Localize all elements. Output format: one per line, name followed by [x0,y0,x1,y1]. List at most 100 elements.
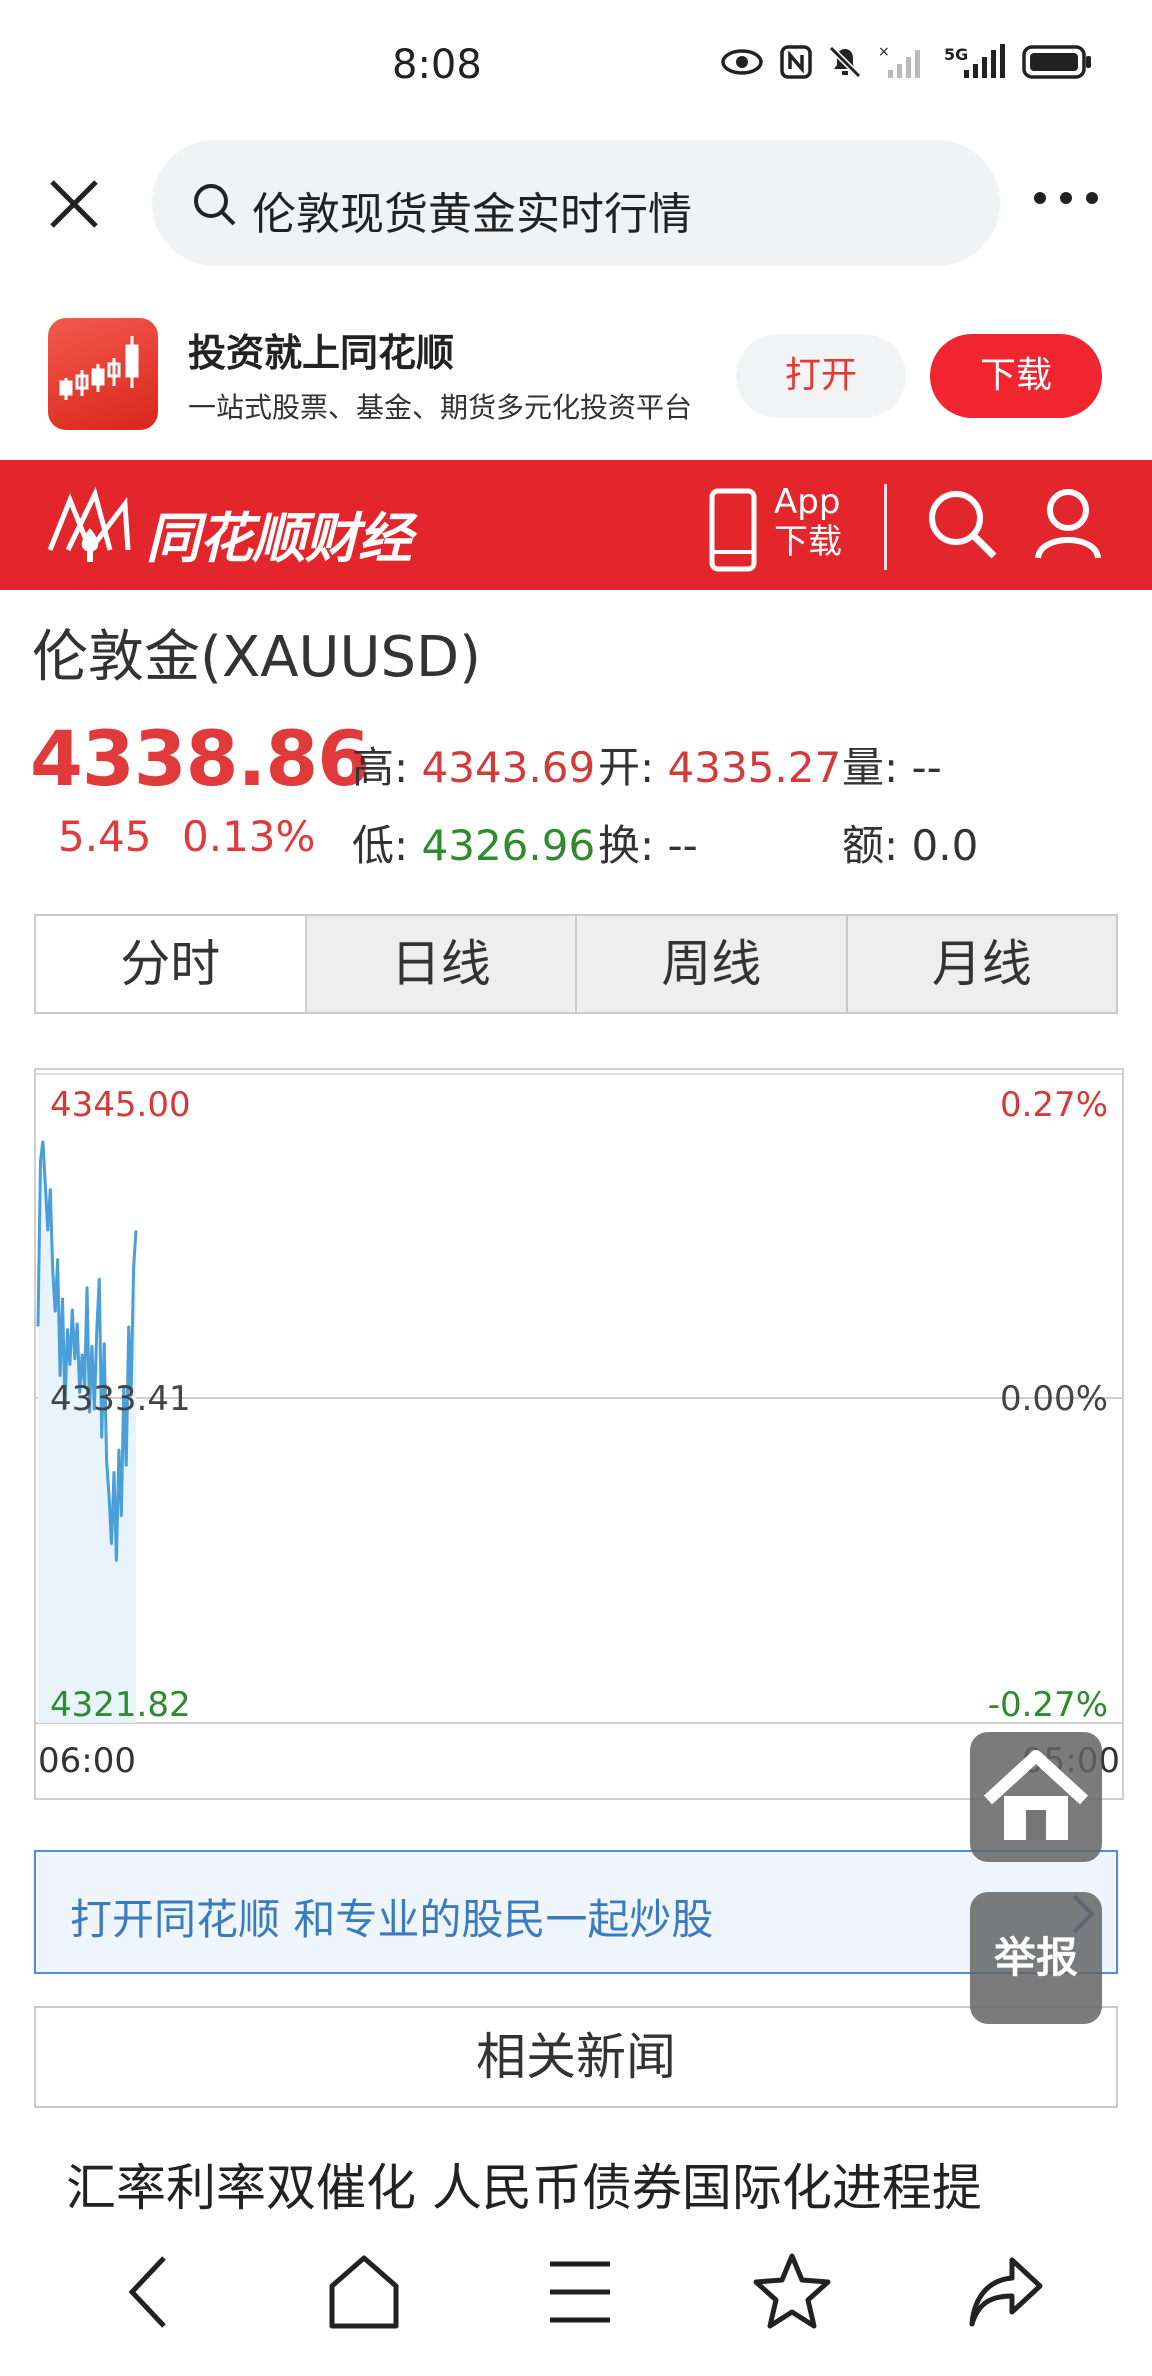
price-point [113,1470,115,1473]
y-tick-right-bottom: -0.27% [988,1685,1108,1725]
tab-intraday[interactable]: 分时 [36,916,305,1012]
svg-text:5G: 5G [944,45,968,64]
price-point [37,1325,39,1327]
promo-title: 投资就上同花顺 [188,331,455,375]
open-app-bar[interactable]: 打开同花顺 和专业的股民一起炒股 [34,1850,1118,1974]
quote-title: 伦敦金(XAUUSD) [32,625,482,690]
price-point [54,1311,56,1313]
price-point [71,1308,74,1310]
open-app-bar-text: 打开同花顺 和专业的股民一起炒股 [70,1895,714,1944]
x-tick-start: 06:00 [38,1741,136,1781]
last-price: 4338.86 [30,714,370,803]
y-tick-left-top: 4345.00 [50,1085,191,1125]
battery-icon [1022,45,1091,79]
price-point [61,1297,64,1299]
related-news-header: 相关新闻 [34,2006,1118,2108]
price-point [127,1325,130,1327]
brand-logo-icon[interactable] [40,480,140,570]
promo-subtitle: 一站式股票、基金、期货多元化投资平台 [188,391,693,424]
price-point [132,1266,135,1268]
mute-icon [828,45,862,79]
app-download-link[interactable]: App 下载 [774,482,842,562]
eye-icon [721,49,763,75]
candlestick-icon [59,336,139,400]
y-tick-right-mid: 0.00% [1000,1379,1108,1419]
price-point [115,1560,118,1562]
report-button[interactable]: 举报 [970,1892,1102,2024]
share-icon[interactable] [966,2250,1046,2334]
5g-signal-icon: 5G [944,44,1005,78]
low-stat: 低: 4326.96 [352,821,596,870]
price-point [56,1258,59,1260]
price-point [125,1465,127,1467]
search-query: 伦敦现货黄金实时行情 [252,189,692,240]
close-icon[interactable] [44,174,104,234]
search-row: 伦敦现货黄金实时行情 [0,132,1152,272]
price-point [39,1160,42,1162]
more-menu-icon[interactable] [1034,192,1098,204]
back-icon[interactable] [124,2250,174,2334]
price-point [110,1543,113,1546]
open-app-button[interactable]: 打开 [736,334,906,418]
price-point [103,1342,105,1344]
price-point [96,1328,98,1330]
phone-icon[interactable] [708,488,758,572]
status-bar: 8:08 × 5G [0,0,1152,132]
price-point [66,1328,69,1330]
download-app-button[interactable]: 下载 [930,334,1102,418]
price-point [108,1496,110,1498]
price-point [105,1459,108,1462]
header-search-icon[interactable] [924,486,1000,562]
header-divider [884,484,887,570]
tab-monthly[interactable]: 月线 [845,916,1116,1012]
site-header: 同花顺财经 App 下载 [0,460,1152,590]
home-nav-icon[interactable] [324,2250,404,2334]
price-point [98,1277,101,1280]
price-point [59,1375,61,1378]
volume-stat: 量: -- [842,743,942,792]
intraday-chart-svg: 4345.00 4333.41 4321.82 0.27% 0.00% -0.2… [36,1073,1122,1781]
y-tick-right-top: 0.27% [1000,1085,1108,1125]
price-point [51,1269,54,1271]
high-stat: 高: 4343.69 [352,743,596,792]
open-stat: 开: 4335.27 [598,743,842,792]
price-point [118,1448,120,1450]
price-point [44,1185,47,1187]
y-tick-left-bottom: 4321.82 [50,1685,191,1725]
menu-icon[interactable] [548,2250,612,2334]
app-promo-banner: 投资就上同花顺 一站式股票、基金、期货多元化投资平台 打开 下载 [0,300,1152,450]
user-icon[interactable] [1032,486,1104,562]
signal-no-sim-icon: × [878,44,920,78]
amount-stat: 额: 0.0 [842,821,979,870]
chart-period-tabs: 分时 日线 周线 月线 [34,914,1118,1014]
price-point [81,1353,83,1355]
price-change-percent: 0.13% [182,812,316,861]
price-point [42,1140,44,1142]
home-icon [983,1750,1089,1840]
y-tick-left-mid: 4333.41 [50,1379,191,1419]
status-time: 8:08 [392,42,482,88]
tab-weekly[interactable]: 周线 [575,916,846,1012]
price-point [76,1322,78,1324]
price-point [100,1437,103,1439]
search-icon [194,184,236,226]
price-point [135,1230,137,1232]
nfc-icon [780,45,812,79]
intraday-chart[interactable]: 4345.00 4333.41 4321.82 0.27% 0.00% -0.2… [34,1068,1124,1800]
app-logo [48,318,158,430]
price-point [49,1188,52,1190]
search-input[interactable]: 伦敦现货黄金实时行情 [152,140,1000,266]
price-point [91,1344,93,1347]
browser-bottom-nav [0,2210,1152,2376]
svg-text:×: × [878,44,890,60]
status-icons: × 5G [720,44,1092,80]
float-home-button[interactable] [970,1732,1102,1862]
bookmark-star-icon[interactable] [752,2250,832,2334]
price-point [86,1286,88,1288]
turnover-stat: 换: -- [598,821,698,870]
tab-daily[interactable]: 日线 [304,916,575,1012]
brand-name[interactable]: 同花顺财经 [146,494,412,573]
price-point [69,1364,71,1366]
price-change: 5.45 [58,812,152,861]
price-point [74,1358,76,1361]
